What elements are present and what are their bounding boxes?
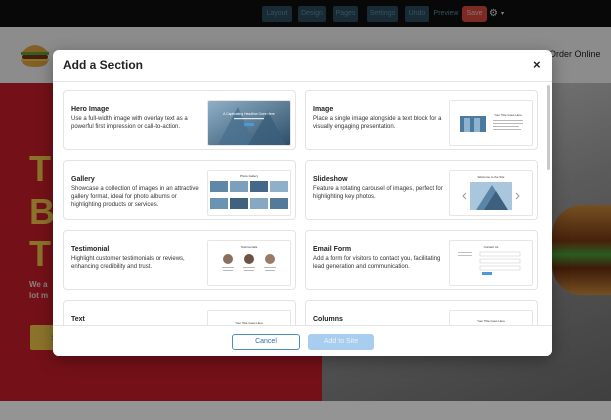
- section-card-title: Slideshow: [313, 176, 348, 183]
- section-card-description: Use a full-width image with overlay text…: [71, 116, 188, 130]
- close-icon[interactable]: ×: [533, 57, 541, 72]
- section-card-title: Gallery: [71, 176, 95, 183]
- add-to-site-button[interactable]: Add to Site: [308, 334, 374, 350]
- section-card-title: Testimonial: [71, 246, 110, 253]
- hero-image-preview: A Captivating Headline Goes Here: [207, 100, 291, 146]
- section-card-title: Text: [71, 316, 85, 323]
- section-card-testimonial[interactable]: Testimonial Highlight customer testimoni…: [63, 230, 296, 290]
- hero-preview-headline: A Captivating Headline Goes Here: [223, 112, 275, 116]
- section-card-gallery[interactable]: Gallery Showcase a collection of images …: [63, 160, 296, 220]
- section-card-slideshow[interactable]: Slideshow Feature a rotating carousel of…: [305, 160, 538, 220]
- section-card-text[interactable]: Text Your Title Goes Here: [63, 300, 296, 325]
- gallery-preview-headline: Photo Gallery: [240, 174, 259, 178]
- text-preview: Your Title Goes Here: [207, 310, 291, 325]
- dialog-footer: Cancel Add to Site: [53, 325, 552, 356]
- add-section-dialog: Add a Section × Hero Image Use a full-wi…: [53, 50, 552, 356]
- section-card-title: Columns: [313, 316, 343, 323]
- section-card-title: Image: [313, 106, 334, 113]
- section-list[interactable]: Hero Image Use a full-width image with o…: [53, 82, 552, 325]
- section-list-scrollbar[interactable]: [547, 85, 550, 170]
- dialog-header: Add a Section ×: [53, 50, 552, 82]
- columns-preview-headline: Your Title Goes Here: [477, 319, 505, 323]
- section-card-description: Showcase a collection of images in an at…: [71, 186, 199, 208]
- slideshow-preview-headline: Welcome to the Site: [478, 175, 505, 179]
- email-form-preview: Contact Us: [449, 240, 533, 286]
- section-card-description: Feature a rotating carousel of images, p…: [313, 186, 443, 200]
- cancel-button[interactable]: Cancel: [232, 334, 300, 350]
- section-card-email-form[interactable]: Email Form Add a form for visitors to co…: [305, 230, 538, 290]
- testimonial-preview: Testimonials: [207, 240, 291, 286]
- image-preview-headline: Your Title Goes Here: [494, 113, 522, 117]
- section-card-hero-image[interactable]: Hero Image Use a full-width image with o…: [63, 90, 296, 150]
- image-preview: Your Title Goes Here: [449, 100, 533, 146]
- dialog-title: Add a Section: [63, 58, 144, 72]
- section-card-description: Highlight customer testimonials or revie…: [71, 256, 185, 270]
- section-card-title: Email Form: [313, 246, 352, 253]
- section-card-title: Hero Image: [71, 106, 110, 113]
- section-card-columns[interactable]: Columns Your Title Goes Here: [305, 300, 538, 325]
- slideshow-preview: Welcome to the Site: [449, 170, 533, 216]
- gallery-preview: Photo Gallery: [207, 170, 291, 216]
- section-card-image[interactable]: Image Place a single image alongside a t…: [305, 90, 538, 150]
- testimonial-preview-headline: Testimonials: [241, 245, 258, 249]
- section-card-description: Add a form for visitors to contact you, …: [313, 256, 441, 270]
- email-preview-headline: Contact Us: [484, 245, 499, 249]
- section-card-description: Place a single image alongside a text bl…: [313, 116, 442, 130]
- columns-preview: Your Title Goes Here: [449, 310, 533, 325]
